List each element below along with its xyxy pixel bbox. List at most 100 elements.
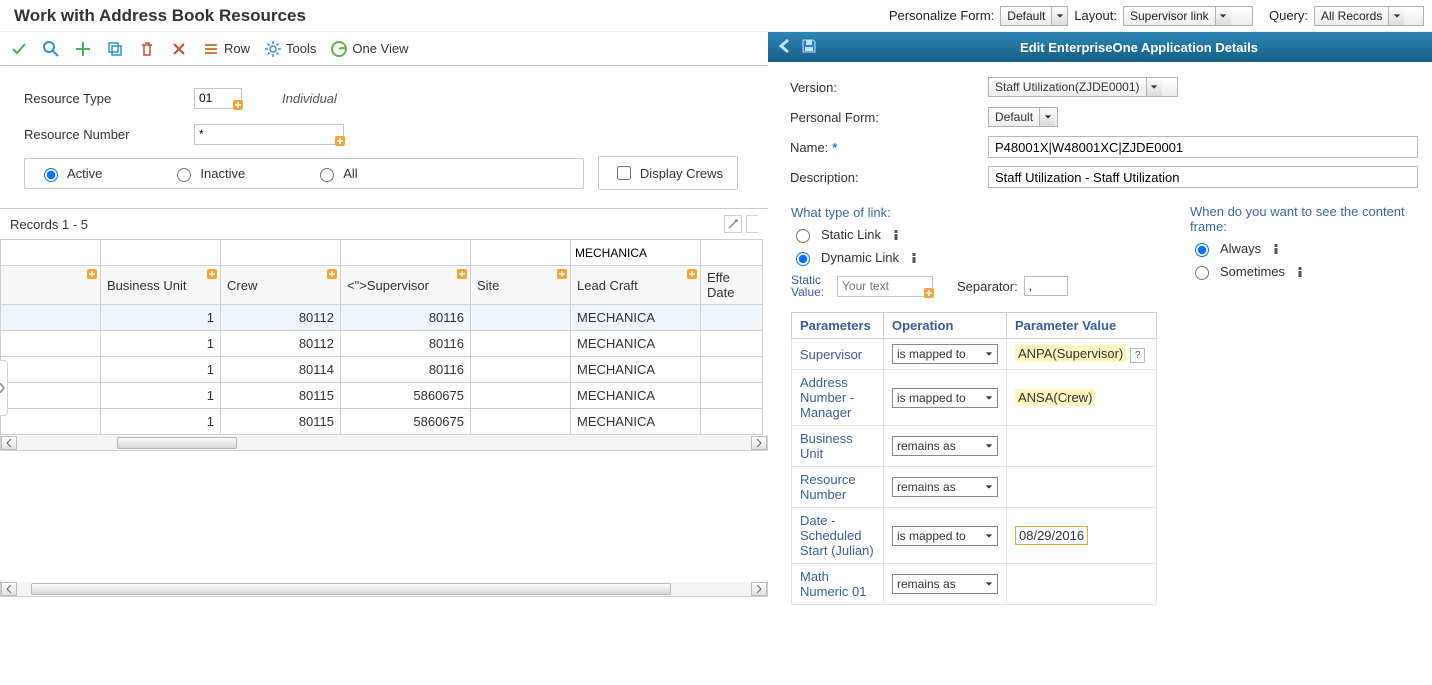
layout-select[interactable]: Supervisor link <box>1123 6 1253 26</box>
chevron-down-icon[interactable] <box>1039 108 1055 126</box>
close-button[interactable] <box>170 40 188 58</box>
resource-number-input[interactable] <box>194 124 344 145</box>
filter-site[interactable] <box>471 242 570 264</box>
description-input[interactable] <box>988 166 1418 188</box>
all-radio[interactable]: All <box>315 165 357 182</box>
table-row[interactable]: 18011280116MECHANICA <box>1 305 763 331</box>
col-bu[interactable]: Business Unit <box>101 266 221 305</box>
parameter-table: Parameters Operation Parameter Value Sup… <box>791 312 1157 605</box>
side-expand-tab[interactable] <box>0 360 8 416</box>
copy-button[interactable] <box>106 40 124 58</box>
personal-form-select[interactable]: Default <box>988 107 1058 127</box>
info-icon[interactable] <box>1293 265 1307 279</box>
scroll-right-icon[interactable] <box>751 436 767 450</box>
col-sel[interactable] <box>1 266 101 305</box>
one-view-menu[interactable]: One View <box>330 40 408 58</box>
param-row: Math Numeric 01 remains as <box>792 564 1157 605</box>
operation-select[interactable]: is mapped to <box>892 526 998 546</box>
panel-title: Edit EnterpriseOne Application Details <box>830 40 1432 55</box>
grid-tool-icon[interactable] <box>746 215 758 233</box>
personalize-form-select[interactable]: Default <box>1000 6 1068 26</box>
ok-button[interactable] <box>10 40 28 58</box>
filter-sel[interactable] <box>1 242 100 264</box>
operation-select[interactable]: remains as <box>892 477 998 497</box>
tools-menu[interactable]: Tools <box>264 40 316 58</box>
param-name[interactable]: Supervisor <box>792 339 884 370</box>
scroll-left-icon[interactable] <box>1 436 17 450</box>
param-row: Supervisoris mapped toANPA(Supervisor)? <box>792 339 1157 370</box>
param-value <box>1007 426 1157 467</box>
col-crew[interactable]: Crew <box>221 266 341 305</box>
scroll-thumb[interactable] <box>117 437 237 449</box>
table-row[interactable]: 18011280116MECHANICA <box>1 331 763 357</box>
info-icon[interactable] <box>889 228 903 242</box>
filter-eff[interactable] <box>701 242 762 264</box>
separator-input[interactable] <box>1024 276 1068 296</box>
col-sup[interactable]: <">Supervisor <box>341 266 471 305</box>
row-menu[interactable]: Row <box>202 40 250 58</box>
table-row[interactable]: 1801155860675MECHANICA <box>1 409 763 435</box>
page-hscroll[interactable] <box>0 581 768 597</box>
param-head-name: Parameters <box>792 313 884 339</box>
operation-select[interactable]: is mapped to <box>892 388 998 408</box>
info-icon[interactable] <box>1269 242 1283 256</box>
records-label: Records 1 - 5 <box>10 217 88 232</box>
param-name[interactable]: Math Numeric 01 <box>792 564 884 605</box>
visual-assist-icon[interactable] <box>333 134 347 148</box>
static-value-input[interactable] <box>837 276 933 297</box>
add-column-icon[interactable] <box>686 268 698 280</box>
operation-select[interactable]: remains as <box>892 436 998 456</box>
delete-button[interactable] <box>138 40 156 58</box>
operation-select[interactable]: remains as <box>892 574 998 594</box>
add-column-icon[interactable] <box>326 268 338 280</box>
param-value: ANSA(Crew) <box>1007 370 1157 426</box>
info-icon[interactable] <box>907 251 921 265</box>
visual-assist-icon[interactable] <box>231 98 245 112</box>
param-name[interactable]: Date - Scheduled Start (Julian) <box>792 508 884 564</box>
param-name[interactable]: Address Number - Manager <box>792 370 884 426</box>
scroll-left-icon[interactable] <box>1 582 17 596</box>
param-name[interactable]: Resource Number <box>792 467 884 508</box>
sometimes-radio[interactable]: Sometimes <box>1190 263 1432 280</box>
scroll-right-icon[interactable] <box>751 582 767 596</box>
find-button[interactable] <box>42 40 60 58</box>
version-select[interactable]: Staff Utilization(ZJDE0001) <box>988 77 1178 97</box>
active-radio[interactable]: Active <box>39 165 102 182</box>
add-column-icon[interactable] <box>206 268 218 280</box>
chevron-down-icon[interactable] <box>1388 7 1404 25</box>
grid-hscroll[interactable] <box>0 435 768 451</box>
filter-crew[interactable] <box>221 242 340 264</box>
visual-assist-icon[interactable] <box>922 286 936 300</box>
name-input[interactable] <box>988 136 1418 158</box>
save-icon[interactable] <box>800 37 818 58</box>
dynamic-link-radio[interactable]: Dynamic Link <box>791 249 1159 266</box>
col-site[interactable]: Site <box>471 266 571 305</box>
display-crews-check[interactable]: Display Crews <box>613 163 723 183</box>
chevron-down-icon[interactable] <box>1215 7 1231 25</box>
back-icon[interactable] <box>776 37 794 58</box>
col-eff[interactable]: Effe Date <box>701 266 763 305</box>
param-name[interactable]: Business Unit <box>792 426 884 467</box>
operation-select[interactable]: is mapped to <box>892 344 998 364</box>
query-select[interactable]: All Records <box>1314 6 1424 26</box>
table-row[interactable]: 18011480116MECHANICA <box>1 357 763 383</box>
chevron-down-icon[interactable] <box>1051 7 1067 25</box>
help-icon[interactable]: ? <box>1130 348 1145 363</box>
grid-tool-icon[interactable] <box>724 215 742 233</box>
col-lead[interactable]: Lead Craft <box>571 266 701 305</box>
chevron-down-icon[interactable] <box>1146 78 1162 96</box>
add-column-icon[interactable] <box>86 268 98 280</box>
static-link-radio[interactable]: Static Link <box>791 226 1159 243</box>
param-row: Date - Scheduled Start (Julian) is mapped… <box>792 508 1157 564</box>
filter-lead[interactable] <box>571 242 700 264</box>
inactive-radio[interactable]: Inactive <box>172 165 245 182</box>
add-button[interactable] <box>74 40 92 58</box>
filter-sup[interactable] <box>341 242 470 264</box>
filter-bu[interactable] <box>101 242 220 264</box>
add-column-icon[interactable] <box>456 268 468 280</box>
scroll-thumb[interactable] <box>31 583 671 595</box>
always-radio[interactable]: Always <box>1190 240 1432 257</box>
add-column-icon[interactable] <box>556 268 568 280</box>
table-row[interactable]: 1801155860675MECHANICA <box>1 383 763 409</box>
link-type-question: What type of link: <box>791 205 1159 220</box>
